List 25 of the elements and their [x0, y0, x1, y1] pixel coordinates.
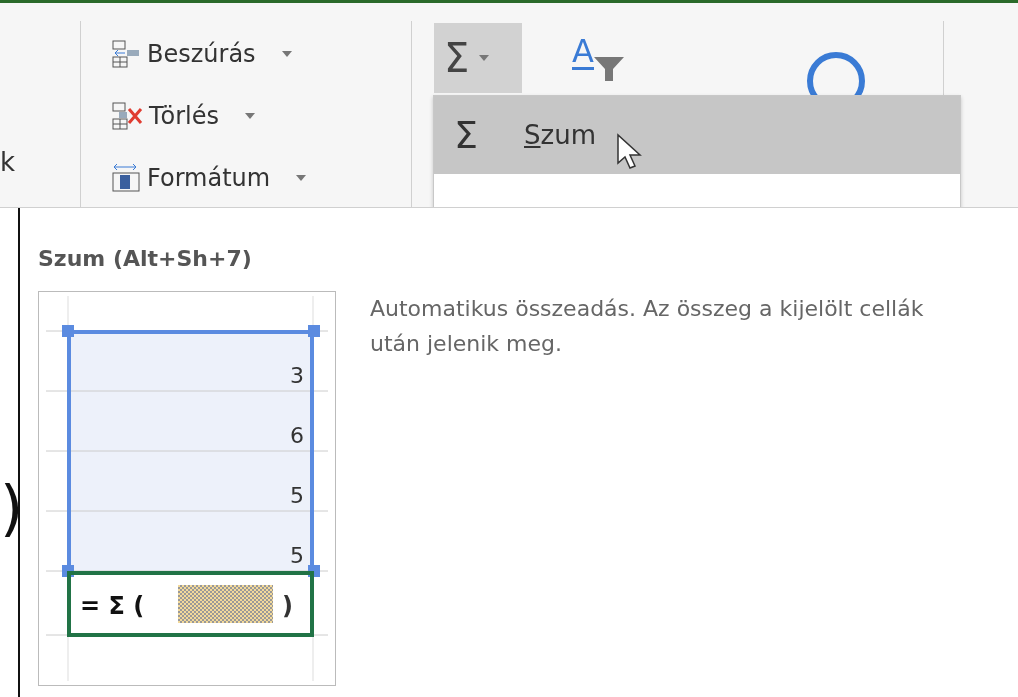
autosum-button[interactable]: Σ — [434, 23, 522, 93]
format-menu-button[interactable]: Formátum — [111, 147, 411, 207]
cell-value: 5 — [290, 543, 304, 568]
margin-text: ) — [0, 208, 20, 697]
menu-item[interactable]: Σ Szum — [434, 96, 960, 174]
mouse-cursor-icon — [615, 133, 642, 171]
insert-cells-icon — [111, 39, 141, 69]
delete-menu-button[interactable]: Törlés — [111, 85, 411, 147]
caret-icon — [296, 175, 307, 181]
filter-icon — [593, 55, 624, 81]
cell-value: 6 — [290, 423, 304, 448]
insert-menu-button[interactable]: Beszúrás — [111, 23, 411, 85]
caret-icon — [281, 51, 292, 57]
format-cells-icon — [111, 163, 141, 193]
ribbon-label: k — [0, 146, 17, 179]
formula-text: ) — [282, 592, 293, 620]
cell-value: 3 — [290, 363, 304, 388]
cell-value: 5 — [290, 483, 304, 508]
caret-icon — [245, 113, 255, 119]
delete-cells-icon — [111, 101, 143, 131]
tooltip-description: Automatikus összeadás. Az összeg a kijelölt cellák után jelenik meg. — [370, 295, 925, 359]
caret-icon — [479, 55, 490, 61]
sort-filter-button[interactable]: A — [572, 35, 624, 95]
tooltip-title: Szum (Alt+Sh+7) — [38, 245, 253, 273]
formula-text: = Σ ( — [80, 592, 145, 620]
